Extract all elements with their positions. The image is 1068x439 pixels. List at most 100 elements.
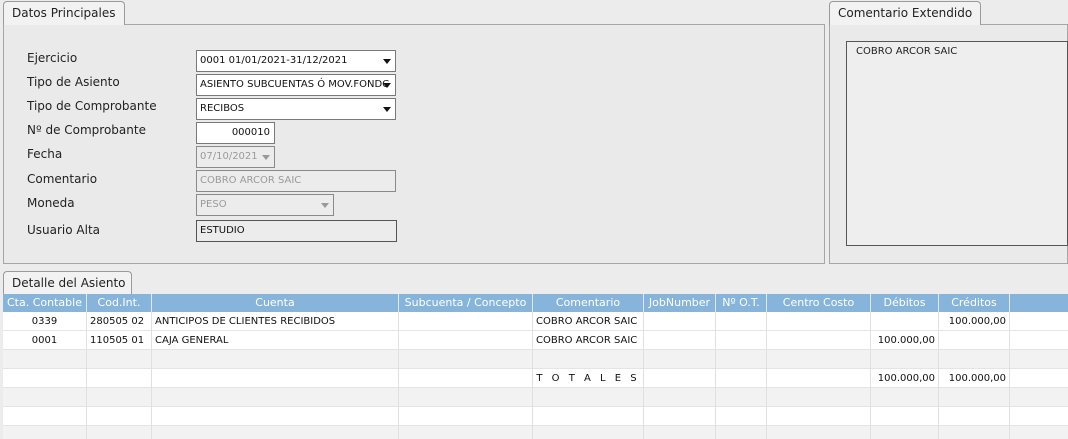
cell-empty: [533, 426, 644, 439]
cell-jobnumber: [644, 312, 716, 331]
cell-empty: [87, 350, 152, 369]
cell-empty: [767, 369, 871, 388]
col-header-cuenta[interactable]: Cuenta: [152, 294, 399, 312]
comentario-label: Comentario: [27, 172, 98, 186]
cell-cuenta: CAJA GENERAL: [152, 331, 399, 350]
moneda-label: Moneda: [27, 196, 75, 210]
cell-cod-int: 280505 02: [87, 312, 152, 331]
tipo-comprobante-value: RECIBOS: [200, 103, 245, 114]
cell-empty: [152, 350, 399, 369]
cell-creditos: 100.000,00: [939, 312, 1010, 331]
cell-empty: [767, 350, 871, 369]
cell-empty: [3, 369, 87, 388]
chevron-down-icon: [383, 59, 391, 64]
ejercicio-label: Ejercicio: [27, 51, 78, 65]
tab-comentario-extendido[interactable]: Comentario Extendido: [829, 1, 981, 25]
table-row-empty: [3, 388, 1068, 407]
totals-row: T O T A L E S 100.000,00 100.000,00: [3, 369, 1068, 388]
cell-empty: [399, 426, 533, 439]
fecha-picker: 07/10/2021: [196, 146, 275, 168]
cell-empty: [533, 407, 644, 426]
cell-empty: [644, 369, 716, 388]
cell-creditos: [939, 331, 1010, 350]
col-header-debitos[interactable]: Débitos: [871, 294, 939, 312]
cell-empty: [871, 426, 939, 439]
datos-principales-panel: [3, 24, 825, 264]
cell-empty: [767, 407, 871, 426]
tipo-comprobante-label: Tipo de Comprobante: [27, 99, 157, 113]
table-row[interactable]: 0001 110505 01 CAJA GENERAL COBRO ARCOR …: [3, 331, 1068, 350]
cell-empty: [399, 369, 533, 388]
cell-empty: [939, 426, 1010, 439]
chevron-down-icon: [383, 107, 391, 112]
fecha-value: 07/10/2021: [200, 151, 258, 162]
cell-comentario: COBRO ARCOR SAIC: [533, 312, 644, 331]
cell-empty: [399, 407, 533, 426]
cell-empty: [87, 407, 152, 426]
cell-empty: [152, 369, 399, 388]
chevron-down-icon: [383, 83, 391, 88]
cell-empty: [152, 388, 399, 407]
cell-debitos: 100.000,00: [871, 331, 939, 350]
col-header-nro-ot[interactable]: Nº O.T.: [716, 294, 767, 312]
col-header-comentario[interactable]: Comentario: [533, 294, 644, 312]
col-header-jobnumber[interactable]: JobNumber: [644, 294, 716, 312]
moneda-select: PESO: [196, 194, 334, 216]
cell-empty: [716, 407, 767, 426]
cell-comentario: COBRO ARCOR SAIC: [533, 331, 644, 350]
cell-empty: [644, 407, 716, 426]
cell-empty: [716, 350, 767, 369]
cell-empty: [87, 426, 152, 439]
chevron-down-icon: [321, 203, 329, 208]
tab-datos-principales[interactable]: Datos Principales: [3, 1, 125, 25]
table-row-empty: [3, 407, 1068, 426]
cell-cuenta: ANTICIPOS DE CLIENTES RECIBIDOS: [152, 312, 399, 331]
detalle-grid[interactable]: Cta. Contable Cod.Int. Cuenta Subcuenta …: [3, 294, 1068, 439]
tab-detalle-asiento[interactable]: Detalle del Asiento: [3, 271, 132, 295]
usuario-alta-label: Usuario Alta: [27, 223, 101, 237]
cell-cta-contable: 0001: [3, 331, 87, 350]
cell-debitos: [871, 312, 939, 331]
cell-nro-ot: [716, 331, 767, 350]
ejercicio-select[interactable]: 0001 01/01/2021-31/12/2021: [196, 50, 396, 72]
ejercicio-value: 0001 01/01/2021-31/12/2021: [200, 55, 348, 66]
cell-empty: [871, 407, 939, 426]
cell-empty: [939, 407, 1010, 426]
col-header-creditos[interactable]: Créditos: [939, 294, 1010, 312]
col-header-cod-int[interactable]: Cod.Int.: [87, 294, 152, 312]
tipo-asiento-select[interactable]: ASIENTO SUBCUENTAS Ó MOV.FONDC: [196, 74, 396, 96]
cell-subcuenta: [399, 312, 533, 331]
cell-empty: [87, 369, 152, 388]
fecha-label: Fecha: [27, 147, 63, 161]
tipo-asiento-value: ASIENTO SUBCUENTAS Ó MOV.FONDC: [200, 79, 390, 90]
cell-empty: [399, 388, 533, 407]
total-creditos: 100.000,00: [939, 369, 1010, 388]
tipo-comprobante-select[interactable]: RECIBOS: [196, 98, 396, 120]
tipo-asiento-label: Tipo de Asiento: [27, 75, 120, 89]
comentario-input: COBRO ARCOR SAIC: [196, 170, 396, 192]
cell-nro-ot: [716, 312, 767, 331]
col-header-subcuenta[interactable]: Subcuenta / Concepto: [399, 294, 533, 312]
cell-empty: [3, 350, 87, 369]
comentario-extendido-textarea[interactable]: COBRO ARCOR SAIC: [846, 41, 1068, 246]
cell-empty: [644, 426, 716, 439]
col-header-cta-contable[interactable]: Cta. Contable: [3, 294, 87, 312]
table-row-empty: [3, 426, 1068, 439]
cell-empty: [533, 388, 644, 407]
table-row[interactable]: 0339 280505 02 ANTICIPOS DE CLIENTES REC…: [3, 312, 1068, 331]
grid-header: Cta. Contable Cod.Int. Cuenta Subcuenta …: [3, 294, 1068, 312]
cell-empty: [871, 388, 939, 407]
cell-empty: [767, 426, 871, 439]
cell-empty: [87, 388, 152, 407]
nro-comprobante-label: Nº de Comprobante: [27, 123, 146, 137]
totales-label: T O T A L E S: [533, 369, 644, 388]
cell-empty: [716, 426, 767, 439]
cell-centro-costo: [767, 331, 871, 350]
col-header-centro-costo[interactable]: Centro Costo: [767, 294, 871, 312]
cell-empty: [716, 369, 767, 388]
cell-empty: [871, 350, 939, 369]
nro-comprobante-input[interactable]: 000010: [196, 122, 275, 144]
cell-empty: [3, 388, 87, 407]
cell-empty: [644, 388, 716, 407]
cell-empty: [3, 426, 87, 439]
